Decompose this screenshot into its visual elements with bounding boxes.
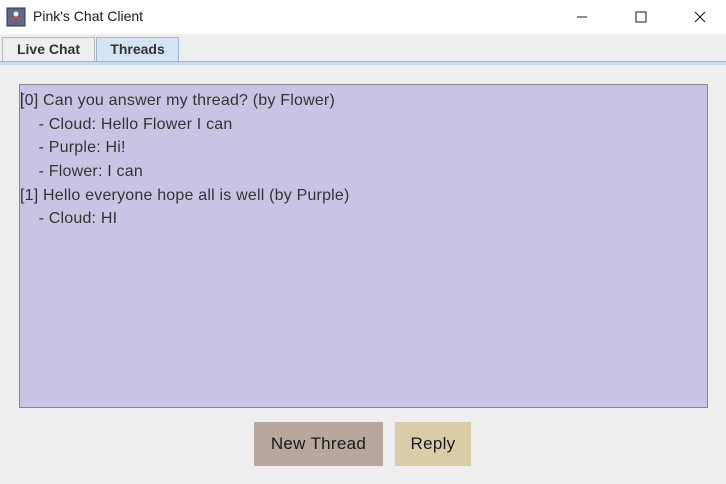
thread-line: - Flower: I can — [20, 163, 143, 181]
thread-line: [1] Hello everyone hope all is well (by … — [20, 186, 350, 204]
tab-live-chat[interactable]: Live Chat — [2, 37, 95, 61]
tab-threads[interactable]: Threads — [96, 37, 179, 61]
title-bar[interactable]: Pink's Chat Client — [0, 0, 726, 34]
java-app-icon — [6, 7, 26, 27]
tab-divider — [0, 61, 726, 65]
reply-button[interactable]: Reply — [395, 422, 471, 466]
minimize-button[interactable] — [559, 0, 605, 34]
threads-text-area[interactable]: [0] Can you answer my thread? (by Flower… — [19, 84, 708, 408]
minimize-icon — [577, 16, 587, 18]
new-thread-button[interactable]: New Thread — [254, 422, 383, 466]
thread-line: [0] Can you answer my thread? (by Flower… — [20, 92, 335, 109]
thread-line: - Cloud: Hello Flower I can — [20, 115, 233, 133]
tab-strip: Live Chat Threads — [0, 34, 726, 62]
text-caret — [21, 92, 22, 109]
maximize-icon — [635, 11, 647, 23]
thread-line: - Cloud: HI — [20, 210, 118, 228]
thread-line: - Purple: Hi! — [20, 139, 126, 157]
close-button[interactable] — [677, 0, 723, 34]
close-icon — [694, 11, 706, 23]
window-title: Pink's Chat Client — [33, 8, 144, 24]
maximize-button[interactable] — [618, 0, 664, 34]
